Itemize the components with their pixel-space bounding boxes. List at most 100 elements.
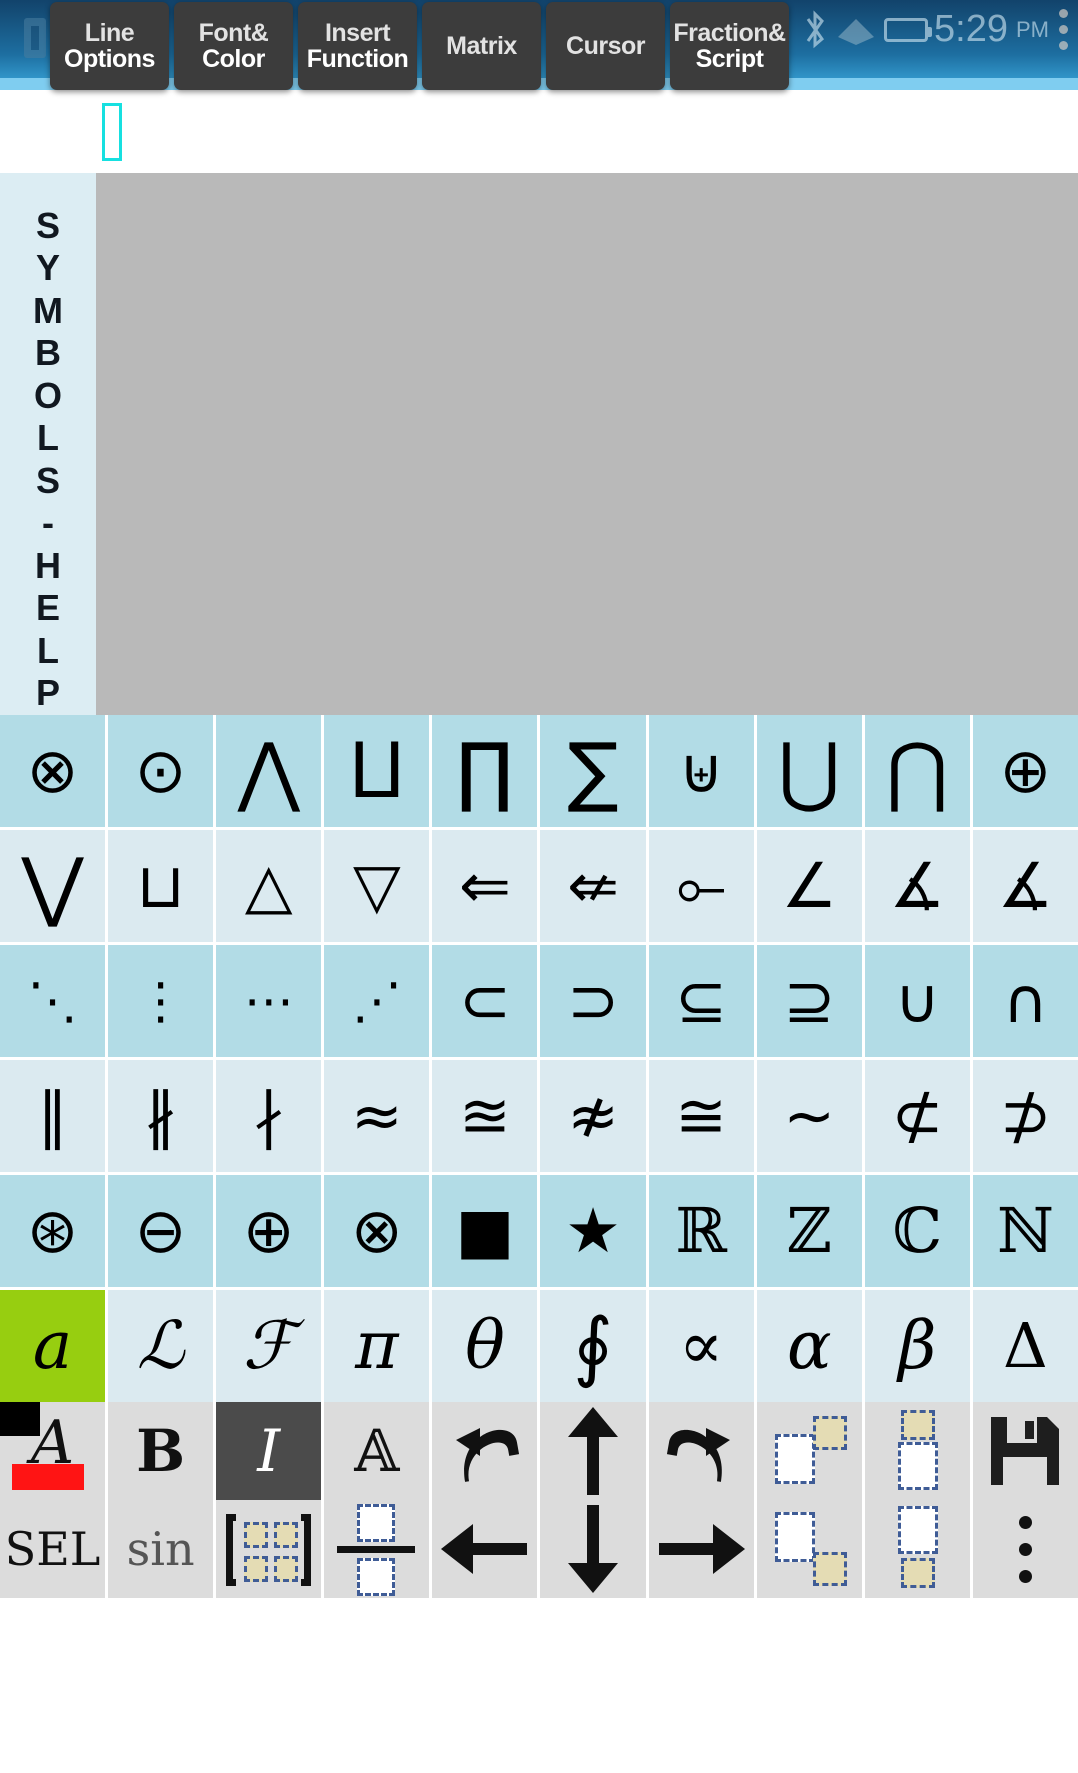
save-button[interactable] [972, 1402, 1078, 1500]
symbol-circled-plus[interactable]: ⊕ [972, 715, 1078, 827]
symbol-leftwards-double-arrow[interactable]: ⇐ [432, 830, 538, 942]
symbol-subset-or-equal[interactable]: ⊆ [648, 945, 754, 1057]
symbol-vertical-ellipsis[interactable]: ⋮ [108, 945, 214, 1057]
symbol-does-not-divide[interactable]: ∤ [216, 1060, 322, 1172]
symbol-big-union[interactable]: ⋃ [756, 715, 862, 827]
symbol-subset[interactable]: ⊂ [432, 945, 538, 1057]
insert-function-button[interactable]: Insert Function [298, 2, 417, 90]
symbol-logical-and[interactable]: ⋀ [216, 715, 322, 827]
symbol-down-right-diagonal-ellipsis[interactable]: ⋱ [0, 945, 106, 1057]
symbol-not-parallel-to[interactable]: ∦ [108, 1060, 214, 1172]
arrow-left-button[interactable] [432, 1500, 538, 1598]
symbol-beta[interactable]: β [864, 1290, 970, 1402]
bold-button[interactable]: B [108, 1402, 214, 1500]
symbol-approximately-equal-to[interactable]: ≅ [648, 1060, 754, 1172]
text-color-button[interactable]: A [0, 1402, 106, 1500]
equation-canvas[interactable] [96, 173, 1078, 715]
subscript-left-button[interactable] [756, 1402, 862, 1500]
arrow-right-button[interactable] [648, 1500, 754, 1598]
symbol-circled-plus[interactable]: ⊕ [216, 1175, 322, 1287]
subscript-right-button[interactable] [756, 1500, 862, 1598]
arrow-left-icon [440, 1522, 529, 1576]
symbol-script-l[interactable]: ℒ [108, 1290, 214, 1402]
symbol-theta[interactable]: θ [432, 1290, 538, 1402]
subscript-stack-button[interactable] [864, 1500, 970, 1598]
symbols-help-sidebar[interactable]: SYMBOLS-HELP [0, 173, 96, 715]
symbol-circled-times[interactable]: ⊗ [0, 715, 106, 827]
symbol-almost-equal-to[interactable]: ≈ [324, 1060, 430, 1172]
symbol-double-struck-n[interactable]: ℕ [972, 1175, 1078, 1287]
equation-input-line[interactable] [0, 90, 1078, 173]
superscript-stack-button[interactable] [864, 1402, 970, 1500]
symbol-parallel-to[interactable]: ∥ [0, 1060, 106, 1172]
symbol-increment-delta[interactable]: Δ [972, 1290, 1078, 1402]
symbol-circled-minus[interactable]: ⊖ [108, 1175, 214, 1287]
battery-icon [884, 17, 933, 42]
symbol-intersection[interactable]: ∩ [972, 945, 1078, 1057]
symbol-pi[interactable]: π [324, 1290, 430, 1402]
symbol-superset-or-equal[interactable]: ⊇ [756, 945, 862, 1057]
symbol-multimap-left[interactable]: ⟜ [648, 830, 754, 942]
symbol-triangle-down[interactable]: ▽ [324, 830, 430, 942]
symbol-palette-grid: ⊗ ⊙ ⋀ ⨿ ∏ ∑ ⊎ ⋃ ⋂ ⊕ ⋁ ⊔ △ ▽ ⇐ ⇍ ⟜ ∠ ∡ ∡ ⋱ ⋮ ⋯ ⋰ ⊂ ⊃ ⊆ ⊇ ∪ ∩ ∥ ∦ ∤ ≈ ≊ ≉ ≅ ∼ ⊄ ⊅… [0, 715, 1078, 1402]
symbol-alpha[interactable]: α [756, 1290, 862, 1402]
symbol-circled-times[interactable]: ⊗ [324, 1175, 430, 1287]
symbol-black-star[interactable]: ★ [540, 1175, 646, 1287]
font-color-button[interactable]: Font& Color [174, 2, 293, 90]
symbol-tilde-operator[interactable]: ∼ [756, 1060, 862, 1172]
symbol-circled-asterisk[interactable]: ⊛ [0, 1175, 106, 1287]
symbol-italic-a[interactable]: a [0, 1290, 106, 1402]
symbol-big-intersection[interactable]: ⋂ [864, 715, 970, 827]
symbol-circled-dot[interactable]: ⊙ [108, 715, 214, 827]
more-options-button[interactable] [972, 1500, 1078, 1598]
symbol-almost-equal-or-equal-to[interactable]: ≊ [432, 1060, 538, 1172]
fraction-script-button[interactable]: Fraction& Script [670, 2, 789, 90]
sin-function-button[interactable]: sin [108, 1500, 214, 1598]
overflow-menu-icon[interactable] [1059, 9, 1068, 50]
matrix-button-top[interactable]: Matrix [422, 2, 541, 90]
symbol-superset[interactable]: ⊃ [540, 945, 646, 1057]
fraction-button[interactable] [324, 1500, 430, 1598]
symbol-square-cup[interactable]: ⊔ [108, 830, 214, 942]
symbol-not-superset-of[interactable]: ⊅ [972, 1060, 1078, 1172]
symbol-union[interactable]: ∪ [864, 945, 970, 1057]
symbol-glyph: ⋯ [243, 972, 294, 1030]
symbol-logical-or[interactable]: ⋁ [0, 830, 106, 942]
symbol-glyph: ⊄ [891, 1079, 944, 1152]
line-options-button[interactable]: Line Options [50, 2, 169, 90]
undo-button[interactable] [432, 1402, 538, 1500]
symbol-summation[interactable]: ∑ [540, 715, 646, 827]
symbol-proportional-to[interactable]: ∝ [648, 1290, 754, 1402]
matrix-button[interactable] [216, 1500, 322, 1598]
symbol-triangle-up[interactable]: △ [216, 830, 322, 942]
symbol-glyph: ⊂ [458, 964, 511, 1037]
symbol-double-struck-z[interactable]: ℤ [756, 1175, 862, 1287]
outline-font-button[interactable]: 𝔸 [324, 1402, 430, 1500]
arrow-down-button[interactable] [540, 1500, 646, 1598]
arrow-down-icon [566, 1505, 620, 1593]
symbol-measured-angle[interactable]: ∡ [864, 830, 970, 942]
symbol-double-struck-c[interactable]: ℂ [864, 1175, 970, 1287]
symbol-double-struck-r[interactable]: ℝ [648, 1175, 754, 1287]
symbol-leftwards-double-arrow-not[interactable]: ⇍ [540, 830, 646, 942]
symbol-glyph: ⇐ [458, 849, 511, 922]
select-button[interactable]: SEL [0, 1500, 106, 1598]
symbol-product[interactable]: ∏ [432, 715, 538, 827]
symbol-midline-ellipsis[interactable]: ⋯ [216, 945, 322, 1057]
symbol-not-subset-of[interactable]: ⊄ [864, 1060, 970, 1172]
arrow-up-button[interactable] [540, 1402, 646, 1500]
symbol-multiset-union[interactable]: ⊎ [648, 715, 754, 827]
symbol-angle[interactable]: ∠ [756, 830, 862, 942]
symbol-black-square[interactable]: ■ [432, 1175, 538, 1287]
symbol-glyph: ⋰ [351, 972, 402, 1030]
cursor-button-top[interactable]: Cursor [546, 2, 665, 90]
symbol-up-right-diagonal-ellipsis[interactable]: ⋰ [324, 945, 430, 1057]
redo-button[interactable] [648, 1402, 754, 1500]
italic-button[interactable]: I [216, 1402, 322, 1500]
symbol-contour-integral[interactable]: ∮ [540, 1290, 646, 1402]
symbol-coproduct[interactable]: ⨿ [324, 715, 430, 827]
symbol-measured-angle-2[interactable]: ∡ [972, 830, 1078, 942]
symbol-script-f[interactable]: ℱ [216, 1290, 322, 1402]
symbol-not-almost-equal-to[interactable]: ≉ [540, 1060, 646, 1172]
sidebar-letter: E [35, 587, 60, 629]
